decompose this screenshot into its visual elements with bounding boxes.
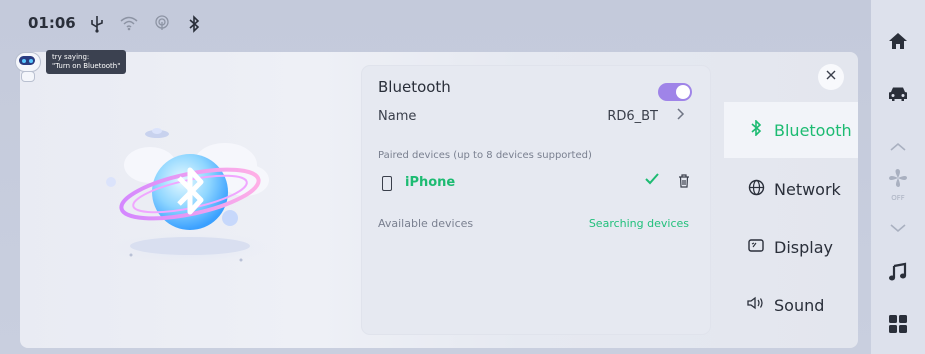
available-devices-label: Available devices — [378, 217, 474, 230]
voice-hint-bubble: try saying: "Turn on Bluetooth" — [46, 50, 127, 74]
searching-status: Searching devices — [588, 217, 689, 230]
bluetooth-card: Bluetooth Name RD6_BT Paired devices (up… — [362, 66, 710, 334]
bluetooth-icon — [746, 119, 766, 140]
phone-icon — [382, 176, 392, 191]
paired-device-name[interactable]: iPhone — [405, 175, 455, 190]
fan-status: OFF — [891, 194, 905, 202]
menu-label-display: Display — [774, 237, 833, 257]
voice-hint[interactable]: try saying: "Turn on Bluetooth" — [13, 50, 127, 82]
voice-hint-line2: "Turn on Bluetooth" — [52, 62, 121, 70]
bluetooth-toggle[interactable] — [658, 83, 692, 101]
menu-item-sound[interactable]: Sound — [724, 277, 858, 333]
connected-check-icon — [644, 172, 660, 190]
close-button[interactable] — [818, 64, 844, 90]
globe-icon — [746, 179, 766, 200]
close-icon — [826, 70, 836, 80]
wifi-icon — [120, 15, 138, 33]
menu-label-network: Network — [774, 179, 841, 199]
menu-label-sound: Sound — [774, 295, 825, 315]
paired-devices-label: Paired devices (up to 8 devices supporte… — [378, 150, 592, 161]
clock: 01:06 — [28, 14, 76, 32]
voice-assistant-icon[interactable] — [13, 50, 43, 82]
hotspot-icon — [153, 15, 171, 33]
device-name-value[interactable]: RD6_BT — [607, 109, 658, 124]
right-dock: OFF — [871, 0, 925, 354]
display-icon — [746, 238, 766, 256]
menu-label-bluetooth: Bluetooth — [774, 120, 852, 140]
car-icon[interactable] — [871, 86, 925, 106]
speaker-icon — [746, 296, 766, 314]
chevron-right-icon[interactable] — [676, 106, 686, 126]
menu-item-bluetooth[interactable]: Bluetooth — [724, 102, 858, 158]
apps-icon[interactable] — [871, 314, 925, 338]
menu-item-display[interactable]: Display — [724, 219, 858, 275]
voice-hint-line1: try saying: — [52, 53, 90, 61]
menu-item-network[interactable]: Network — [724, 161, 858, 217]
screen: 01:06 try saying: "Turn on Bluetooth" Bl… — [0, 0, 925, 354]
usb-icon — [88, 15, 106, 33]
chevron-down-icon[interactable] — [871, 218, 925, 237]
home-icon[interactable] — [871, 32, 925, 54]
device-name-label: Name — [378, 109, 417, 124]
music-icon[interactable] — [871, 262, 925, 286]
chevron-up-icon[interactable] — [871, 137, 925, 156]
fan-icon[interactable] — [871, 167, 925, 193]
settings-menu: Bluetooth Network Display Sound — [720, 52, 858, 348]
bluetooth-icon — [185, 15, 203, 33]
bluetooth-title: Bluetooth — [378, 78, 451, 96]
delete-device-icon[interactable] — [678, 174, 690, 192]
status-bar: 01:06 — [0, 0, 870, 50]
bluetooth-illustration — [95, 120, 295, 270]
